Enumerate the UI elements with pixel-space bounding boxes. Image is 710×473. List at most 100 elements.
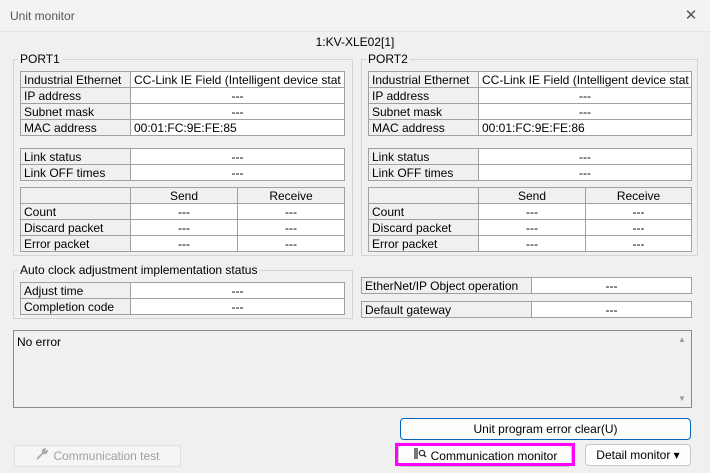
- communication-test-button[interactable]: Communication test: [14, 445, 181, 467]
- table-row: Completion code ---: [20, 298, 345, 315]
- table-row: EtherNet/IP Object operation ---: [361, 277, 692, 294]
- completion-code-value: ---: [130, 298, 345, 315]
- table-row: MAC address 00:01:FC:9E:FE:85: [20, 119, 345, 136]
- industrial-ethernet-value: CC-Link IE Field (Intelligent device sta…: [478, 71, 692, 88]
- chevron-down-icon: ▾: [673, 448, 680, 462]
- ip-address-value: ---: [478, 87, 692, 104]
- info-label: Subnet mask: [368, 103, 479, 120]
- receive-value: ---: [237, 235, 345, 252]
- info-label: MAC address: [20, 119, 131, 136]
- receive-value: ---: [237, 219, 345, 236]
- highlight-frame: [395, 443, 575, 466]
- subnet-mask-value: ---: [130, 103, 345, 120]
- unit-program-error-clear-button[interactable]: Unit program error clear(U): [400, 418, 691, 440]
- link-off-times-value: ---: [130, 164, 345, 181]
- send-value: ---: [478, 203, 586, 220]
- packet-label: Discard packet: [20, 219, 131, 236]
- send-value: ---: [130, 203, 238, 220]
- port1-packet-table: Send Receive Count --- --- Discard packet --…: [20, 187, 345, 252]
- detail-monitor-button[interactable]: Detail monitor ▾: [585, 444, 691, 466]
- info-label: Subnet mask: [20, 103, 131, 120]
- table-header-row: Send Receive: [368, 187, 692, 204]
- auto-clock-table: Adjust time --- Completion code ---: [20, 282, 345, 315]
- send-value: ---: [478, 219, 586, 236]
- default-gateway-table: Default gateway ---: [361, 301, 692, 318]
- receive-value: ---: [585, 219, 692, 236]
- wrench-icon: [35, 447, 49, 467]
- close-icon[interactable]: ✕: [680, 5, 702, 27]
- detail-monitor-label: Detail monitor: [596, 448, 671, 462]
- table-row: Link OFF times ---: [20, 164, 345, 181]
- link-off-times-value: ---: [478, 164, 692, 181]
- link-label: Link OFF times: [368, 164, 479, 181]
- receive-value: ---: [585, 203, 692, 220]
- adjust-time-label: Adjust time: [20, 282, 131, 299]
- table-row: Subnet mask ---: [368, 103, 692, 120]
- packet-label: Count: [20, 203, 131, 220]
- communication-test-label: Communication test: [53, 449, 160, 463]
- ethernet-ip-label: EtherNet/IP Object operation: [361, 277, 532, 294]
- send-header: Send: [478, 187, 586, 204]
- table-row: IP address ---: [368, 87, 692, 104]
- packet-label: Error packet: [20, 235, 131, 252]
- receive-header: Receive: [585, 187, 692, 204]
- table-row: Link status ---: [368, 148, 692, 165]
- table-header-row: Send Receive: [20, 187, 345, 204]
- table-row: Discard packet --- ---: [20, 219, 345, 236]
- link-status-value: ---: [130, 148, 345, 165]
- scroll-down-icon[interactable]: ▼: [678, 394, 686, 403]
- port2-info-table: Industrial Ethernet CC-Link IE Field (Int…: [368, 71, 692, 136]
- link-status-value: ---: [478, 148, 692, 165]
- subnet-mask-value: ---: [478, 103, 692, 120]
- port1-link-table: Link status --- Link OFF times ---: [20, 148, 345, 181]
- unit-name: 1:KV-XLE02[1]: [315, 35, 395, 49]
- unit-program-error-clear-label: Unit program error clear(U): [473, 422, 618, 436]
- port2-packet-table: Send Receive Count --- --- Discard packet --…: [368, 187, 692, 252]
- send-value: ---: [478, 235, 586, 252]
- scroll-up-icon[interactable]: ▲: [678, 335, 686, 344]
- info-label: IP address: [368, 87, 479, 104]
- default-gateway-value: ---: [531, 301, 692, 318]
- ethernet-ip-table: EtherNet/IP Object operation ---: [361, 277, 692, 294]
- adjust-time-value: ---: [130, 282, 345, 299]
- table-row: Adjust time ---: [20, 282, 345, 299]
- port2-title: PORT2: [368, 52, 408, 66]
- table-row: Default gateway ---: [361, 301, 692, 318]
- link-label: Link status: [20, 148, 131, 165]
- port1-info-table: Industrial Ethernet CC-Link IE Field (Int…: [20, 71, 345, 136]
- link-label: Link status: [368, 148, 479, 165]
- table-row: Link status ---: [20, 148, 345, 165]
- receive-header: Receive: [237, 187, 345, 204]
- industrial-ethernet-value: CC-Link IE Field (Intelligent device sta…: [130, 71, 345, 88]
- packet-label: Count: [368, 203, 479, 220]
- table-row: Count --- ---: [368, 203, 692, 220]
- table-row: Discard packet --- ---: [368, 219, 692, 236]
- port2-link-table: Link status --- Link OFF times ---: [368, 148, 692, 181]
- table-row: Subnet mask ---: [20, 103, 345, 120]
- table-row: Error packet --- ---: [368, 235, 692, 252]
- table-row: IP address ---: [20, 87, 345, 104]
- mac-address-value: 00:01:FC:9E:FE:86: [478, 119, 692, 136]
- table-row: MAC address 00:01:FC:9E:FE:86: [368, 119, 692, 136]
- receive-value: ---: [585, 235, 692, 252]
- port1-title: PORT1: [20, 52, 60, 66]
- info-label: MAC address: [368, 119, 479, 136]
- completion-code-label: Completion code: [20, 298, 131, 315]
- ethernet-ip-value: ---: [531, 277, 692, 294]
- info-label: Industrial Ethernet: [368, 71, 479, 88]
- info-label: IP address: [20, 87, 131, 104]
- send-value: ---: [130, 219, 238, 236]
- default-gateway-label: Default gateway: [361, 301, 532, 318]
- send-header: Send: [130, 187, 238, 204]
- message-text: No error: [17, 335, 62, 349]
- message-box[interactable]: No error ▲ ▼: [13, 330, 692, 408]
- info-label: Industrial Ethernet: [20, 71, 131, 88]
- receive-value: ---: [237, 203, 345, 220]
- link-label: Link OFF times: [20, 164, 131, 181]
- table-row: Count --- ---: [20, 203, 345, 220]
- window-title: Unit monitor: [10, 9, 75, 23]
- table-row: Industrial Ethernet CC-Link IE Field (Int…: [368, 71, 692, 88]
- table-row: Error packet --- ---: [20, 235, 345, 252]
- table-row: Industrial Ethernet CC-Link IE Field (Int…: [20, 71, 345, 88]
- scrollbar[interactable]: ▲ ▼: [674, 331, 691, 407]
